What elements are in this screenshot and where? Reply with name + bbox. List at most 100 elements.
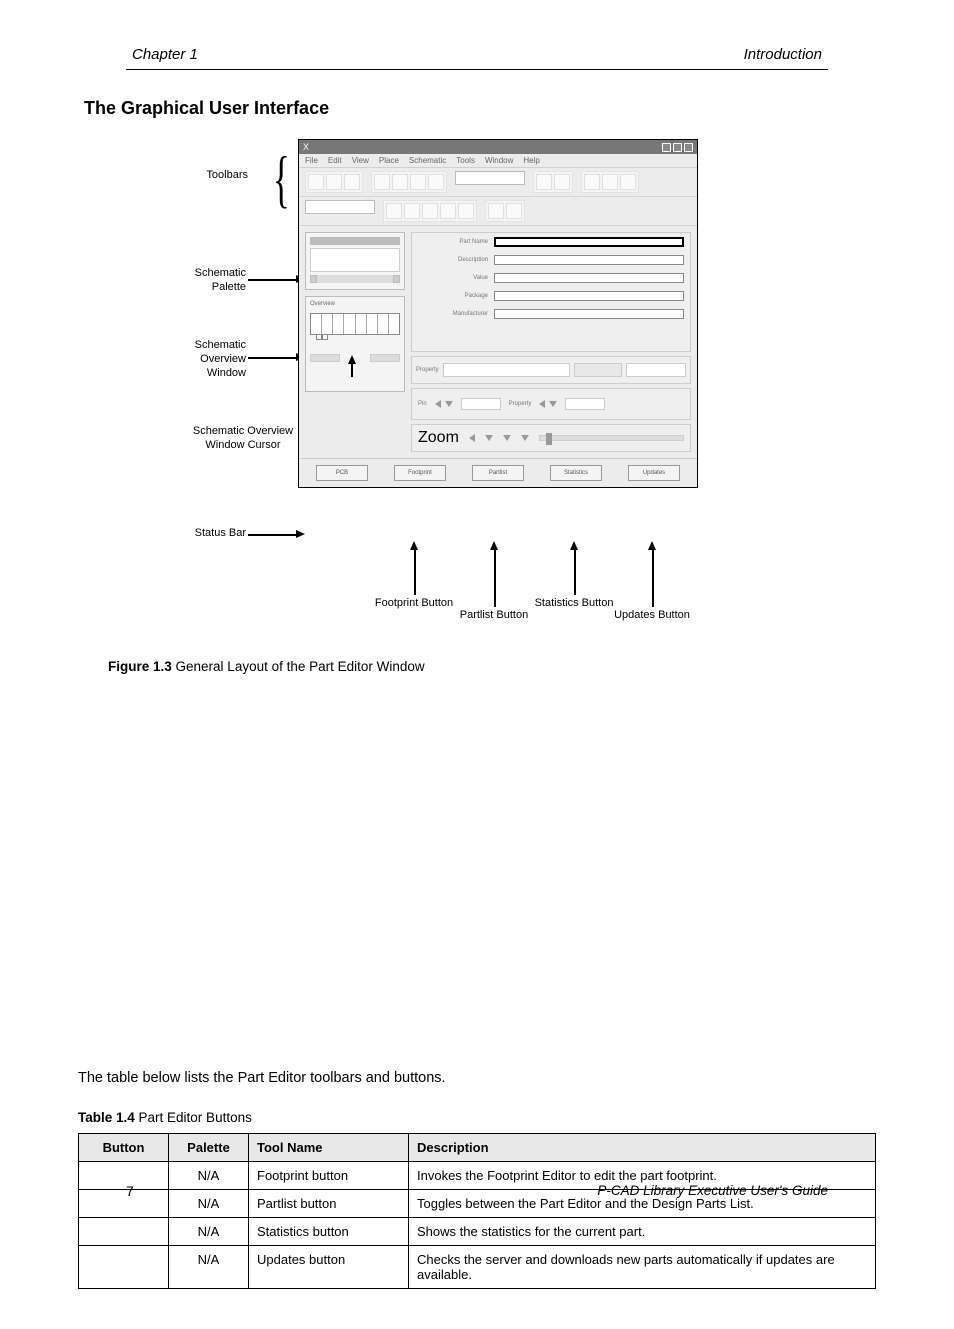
field-label: Package — [465, 293, 488, 299]
table-cell-button — [79, 1218, 169, 1246]
zoom-dropdown-icon[interactable] — [503, 435, 511, 441]
zoom-out-icon[interactable] — [469, 434, 475, 442]
table-cell-description: Checks the server and downloads new part… — [409, 1246, 876, 1289]
toolbar-button[interactable] — [422, 203, 438, 219]
titlebar[interactable]: X — [299, 140, 697, 154]
property-segment[interactable] — [626, 363, 686, 377]
menu-bar[interactable]: File Edit View Place Schematic Tools Win… — [299, 154, 697, 168]
table-title: Table 1.4 Part Editor Buttons — [78, 1110, 876, 1125]
property-label: Property — [416, 367, 439, 373]
toolbar-button[interactable] — [554, 174, 570, 190]
window-title: X — [303, 142, 309, 152]
property-value[interactable] — [443, 363, 570, 377]
updates-button[interactable]: Updates — [628, 465, 680, 481]
zoom-dropdown-icon[interactable] — [485, 435, 493, 441]
running-head-right: Introduction — [744, 46, 822, 63]
field-label: Description — [458, 257, 488, 263]
value-field[interactable] — [494, 273, 684, 283]
close-icon[interactable] — [684, 143, 693, 152]
property-bar: Property — [411, 356, 691, 384]
table-cell-palette: N/A — [169, 1218, 249, 1246]
toolbar-button[interactable] — [404, 203, 420, 219]
toolbar-button[interactable] — [536, 174, 552, 190]
menu-item[interactable]: View — [352, 156, 369, 165]
toolbar-button[interactable] — [374, 174, 390, 190]
pin-dropdown-icon[interactable] — [445, 401, 453, 407]
table-title-label: Table 1.4 — [78, 1110, 135, 1125]
overview-chip — [310, 313, 400, 335]
page-footer: 7 P-CAD Library Executive User's Guide — [126, 1183, 828, 1199]
toolbar-button[interactable] — [602, 174, 618, 190]
toolbar-button[interactable] — [506, 203, 522, 219]
property-field[interactable] — [565, 398, 605, 410]
manufacturer-field[interactable] — [494, 309, 684, 319]
prev-property-icon[interactable] — [539, 400, 545, 408]
table-cell-toolname: Updates button — [249, 1246, 409, 1289]
table-cell-toolname: Statistics button — [249, 1218, 409, 1246]
pcb-button[interactable]: PCB — [316, 465, 368, 481]
prev-pin-icon[interactable] — [435, 400, 441, 408]
schematic-palette[interactable] — [305, 232, 405, 290]
section-title: The Graphical User Interface — [84, 98, 876, 119]
package-field[interactable] — [494, 291, 684, 301]
toolbar-button[interactable] — [410, 174, 426, 190]
callout-overview-cursor: Schematic Overview Window Cursor — [178, 425, 308, 453]
menu-item[interactable]: Tools — [456, 156, 475, 165]
menu-item[interactable]: Schematic — [409, 156, 446, 165]
part-name-field[interactable] — [494, 237, 684, 247]
callout-partlist-button: Partlist Button — [434, 609, 554, 623]
toolbar-button[interactable] — [392, 174, 408, 190]
toolbar-select[interactable] — [305, 200, 375, 214]
part-editor-window: X File Edit View Place Schematic Tools W… — [298, 139, 698, 488]
menu-item[interactable]: Edit — [328, 156, 342, 165]
schematic-overview-window[interactable]: Overview — [305, 296, 405, 392]
table-cell-description: Shows the statistics for the current par… — [409, 1218, 876, 1246]
toolbar-row-1 — [299, 168, 697, 197]
table-row: N/A Updates button Checks the server and… — [79, 1246, 876, 1289]
toolbar-button[interactable] — [344, 174, 360, 190]
callout-schematic-palette: Schematic Palette — [86, 267, 246, 295]
toolbar-button[interactable] — [440, 203, 456, 219]
zoom-dropdown-icon[interactable] — [521, 435, 529, 441]
statistics-button[interactable]: Statistics — [550, 465, 602, 481]
figure-caption-label: Figure 1.3 — [108, 659, 172, 674]
menu-item[interactable]: Window — [485, 156, 513, 165]
menu-item[interactable]: File — [305, 156, 318, 165]
figure-caption: Figure 1.3 General Layout of the Part Ed… — [108, 659, 708, 674]
toolbar-button[interactable] — [326, 174, 342, 190]
pin-field[interactable] — [461, 398, 501, 410]
toolbar-button[interactable] — [488, 203, 504, 219]
description-field[interactable] — [494, 255, 684, 265]
toolbar-button[interactable] — [428, 174, 444, 190]
zoom-slider[interactable] — [539, 435, 684, 441]
menu-item[interactable]: Help — [523, 156, 539, 165]
toolbar-button[interactable] — [386, 203, 402, 219]
table-title-text: Part Editor Buttons — [135, 1110, 252, 1125]
minimize-icon[interactable] — [662, 143, 671, 152]
property-dropdown-icon[interactable] — [549, 401, 557, 407]
property-segment[interactable] — [574, 363, 622, 377]
page-number: 7 — [126, 1183, 134, 1199]
menu-item[interactable]: Place — [379, 156, 399, 165]
running-head-left: Chapter 1 — [132, 46, 198, 63]
table-header: Button — [79, 1134, 169, 1162]
partlist-button[interactable]: Partlist — [472, 465, 524, 481]
toolbar-select[interactable] — [455, 171, 525, 185]
table-cell-button — [79, 1246, 169, 1289]
figure: { Toolbars Schematic Palette Schematic O… — [298, 139, 918, 488]
form-canvas: Part Name Description Value Package Manu… — [411, 232, 691, 352]
maximize-icon[interactable] — [673, 143, 682, 152]
figure-caption-text: General Layout of the Part Editor Window — [172, 659, 425, 674]
status-bar: PCB Footprint Partlist Statistics Update… — [299, 458, 697, 487]
field-label: Part Name — [459, 239, 488, 245]
footprint-button[interactable]: Footprint — [394, 465, 446, 481]
toolbar-row-2 — [299, 197, 697, 226]
callout-status-bar: Status Bar — [86, 527, 246, 541]
toolbar-button[interactable] — [620, 174, 636, 190]
toolbar-button[interactable] — [458, 203, 474, 219]
toolbar-button[interactable] — [584, 174, 600, 190]
table-header: Tool Name — [249, 1134, 409, 1162]
footer-doc-title: P-CAD Library Executive User's Guide — [597, 1183, 828, 1199]
toolbar-button[interactable] — [308, 174, 324, 190]
field-label: Manufacturer — [453, 311, 488, 317]
